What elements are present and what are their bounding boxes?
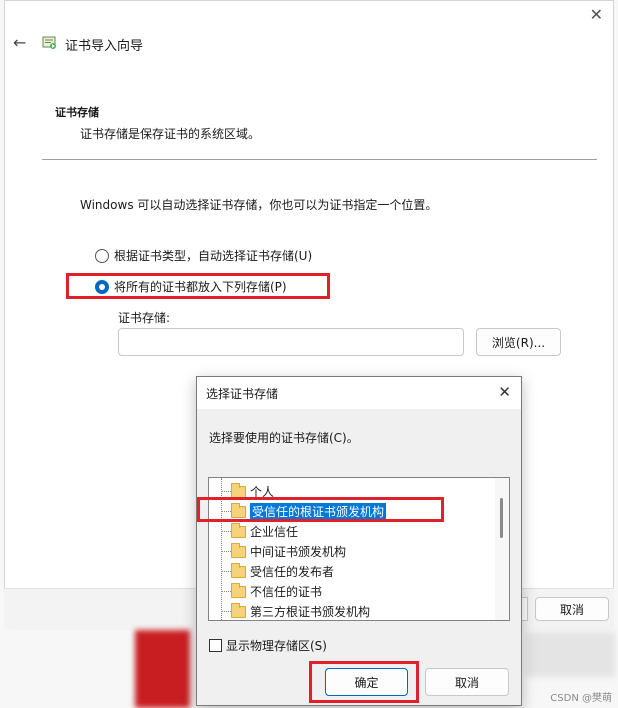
browse-button[interactable]: 浏览(R)... <box>476 328 561 356</box>
folder-icon <box>231 562 246 578</box>
tree-item[interactable]: 企业信任 <box>221 522 298 541</box>
store-label: 证书存储: <box>118 311 171 325</box>
scroll-thumb[interactable] <box>500 498 503 538</box>
annotation-highlight-trusted-root <box>197 497 444 522</box>
folder-icon <box>231 522 246 538</box>
wizard-title: 证书导入向导 <box>65 39 144 54</box>
radio-button[interactable] <box>95 248 109 263</box>
watermark: CSDN @樊萌 <box>550 693 612 704</box>
dialog-cancel-button[interactable]: 取消 <box>425 668 509 696</box>
dialog-body: 选择要使用的证书存储(C)。 个人 受信任的根证书颁发机构 企业信任 中间证书颁… <box>197 409 521 705</box>
select-store-dialog: 选择证书存储 ✕ 选择要使用的证书存储(C)。 个人 受信任的根证书颁发机构 企… <box>196 376 522 706</box>
tree-item[interactable]: 中间证书颁发机构 <box>221 542 346 561</box>
radio-label: 根据证书类型，自动选择证书存储(U) <box>114 249 313 263</box>
dialog-title: 选择证书存储 <box>206 387 279 401</box>
folder-icon <box>231 542 246 558</box>
store-input[interactable] <box>118 328 464 356</box>
show-physical-stores-checkbox[interactable]: 显示物理存储区(S) <box>209 637 327 654</box>
scrollbar[interactable] <box>495 478 509 620</box>
wizard-cancel-button[interactable]: 取消 <box>535 597 609 621</box>
divider <box>42 159 597 160</box>
radio-auto-select[interactable]: 根据证书类型，自动选择证书存储(U) <box>95 247 312 264</box>
annotation-highlight-manual <box>66 273 330 299</box>
tree-item[interactable]: 受信任的发布者 <box>221 562 334 581</box>
section-description: 证书存储是保存证书的系统区域。 <box>80 127 261 141</box>
folder-icon <box>231 482 246 498</box>
blurred-background <box>135 630 190 708</box>
section-title: 证书存储 <box>55 106 99 119</box>
tree-item[interactable]: 不信任的证书 <box>221 582 322 601</box>
folder-icon <box>231 582 246 598</box>
close-icon[interactable]: ✕ <box>498 383 511 401</box>
folder-icon <box>231 602 246 618</box>
back-arrow-icon[interactable]: ← <box>13 33 26 52</box>
checkbox-label: 显示物理存储区(S) <box>226 639 327 653</box>
intro-text: Windows 可以自动选择证书存储，你也可以为证书指定一个位置。 <box>80 198 438 212</box>
dialog-instruction: 选择要使用的证书存储(C)。 <box>209 431 359 445</box>
checkbox[interactable] <box>209 639 222 652</box>
certificate-icon <box>42 36 56 49</box>
tree-item[interactable]: 第三方根证书颁发机构 <box>221 602 370 620</box>
close-icon[interactable]: ✕ <box>590 5 603 24</box>
blurred-background <box>525 632 615 677</box>
annotation-highlight-ok <box>309 661 419 703</box>
